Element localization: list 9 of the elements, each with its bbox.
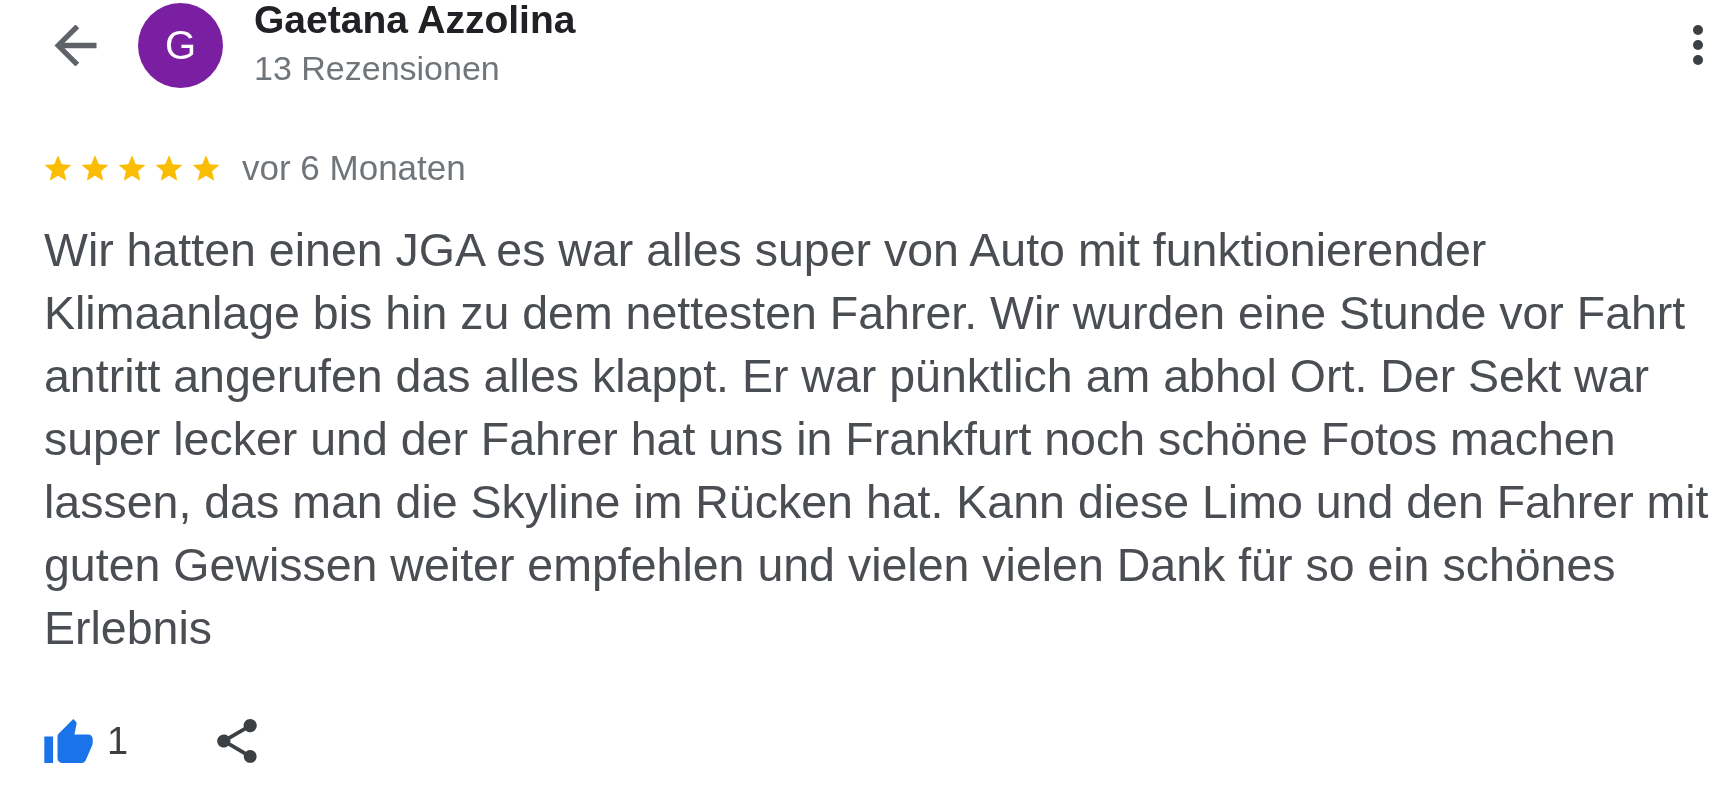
review-text: Wir hatten einen JGA es war alles super von Auto mit funktionierender Klimaanlage bis hin zu dem nettesten Fahrer. Wir wurden eine Stunde vor Fahrt antritt angerufen das alles klappt. Er war pünktlich am abhol Ort. Der Sekt war super lecker und der Fahrer hat uns in Frankfurt noch schöne Fotos machen lassen, das man die Skyline im Rücken hat. Kann diese Limo und den Fahrer mit guten Gewissen weiter empfehlen und vielen vielen Dank für so ein schönes Erlebnis [44,223,1710,656]
avatar: G [138,2,223,88]
like-button[interactable]: 1 [44,719,129,763]
review-count: 13 Rezensionen [254,48,501,89]
review-time: vor 6 Monaten [242,148,466,188]
share-icon[interactable] [217,719,258,763]
reviewer-name: Gaetana Azzolina [254,0,576,40]
back-arrow-icon[interactable] [54,24,97,66]
more-options-icon[interactable] [1693,25,1703,65]
